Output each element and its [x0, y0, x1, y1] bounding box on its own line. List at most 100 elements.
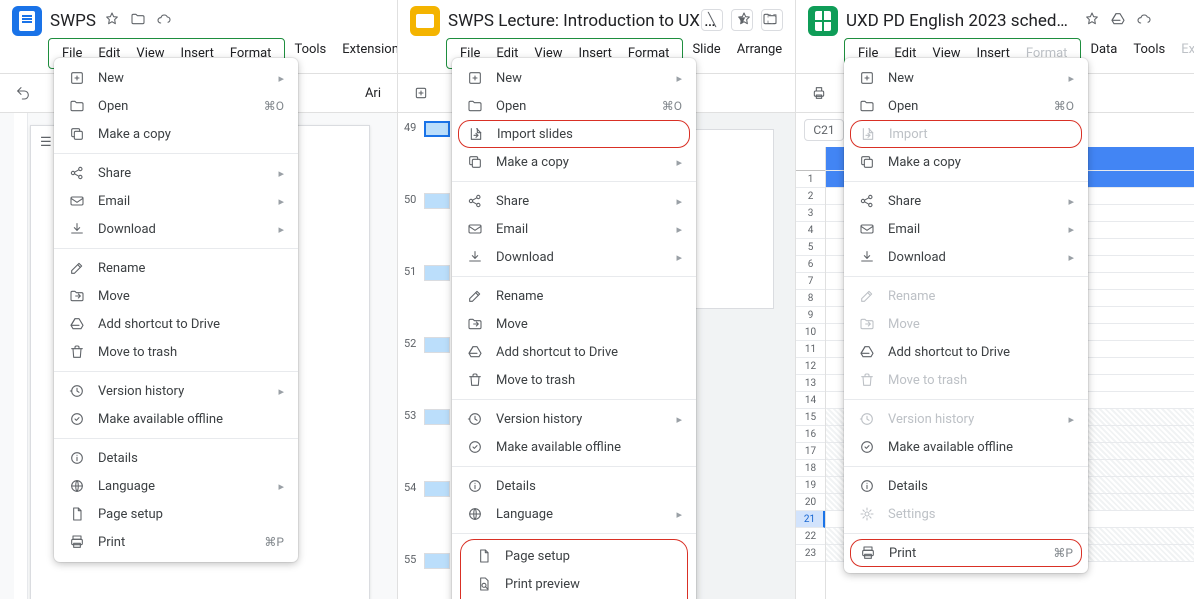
menu-extensions[interactable]: Extensions: [1174, 38, 1194, 69]
row-header[interactable]: 4: [796, 222, 825, 239]
menu-item-add-shortcut-to-drive[interactable]: Add shortcut to Drive: [452, 338, 696, 366]
menu-item-new[interactable]: New▸: [54, 64, 298, 92]
row-header[interactable]: 17: [796, 443, 825, 460]
menu-item-email[interactable]: Email▸: [54, 187, 298, 215]
row-header[interactable]: 8: [796, 290, 825, 307]
row-header[interactable]: 13: [796, 375, 825, 392]
doc-title[interactable]: UXD PD English 2023 schedule: [846, 11, 1076, 31]
row-header[interactable]: 22: [796, 528, 825, 545]
menu-item-share[interactable]: Share▸: [452, 187, 696, 215]
menu-arrange[interactable]: Arrange: [730, 38, 789, 69]
menu-item-language[interactable]: Language▸: [54, 472, 298, 500]
menu-item-rename[interactable]: Rename: [54, 254, 298, 282]
row-header[interactable]: 6: [796, 256, 825, 273]
drive-icon[interactable]: [1110, 11, 1126, 31]
expand-icon[interactable]: ⛶: [761, 9, 783, 31]
menu-item-make-a-copy[interactable]: Make a copy: [844, 148, 1088, 176]
menu-item-print-preview[interactable]: Print preview: [461, 570, 687, 598]
doc-title[interactable]: SWPS: [50, 11, 96, 31]
menu-item-open[interactable]: Open⌘O: [844, 92, 1088, 120]
menu-data[interactable]: Data: [1083, 38, 1124, 69]
menu-item-label: Open: [888, 99, 1042, 114]
move-icon[interactable]: [130, 11, 146, 31]
print-button[interactable]: [806, 80, 832, 106]
line-tool[interactable]: ╲: [701, 9, 723, 31]
slide-thumbnail[interactable]: 55: [398, 549, 457, 599]
row-header[interactable]: 18: [796, 460, 825, 477]
menu-extensions[interactable]: Extensions: [335, 38, 398, 69]
row-header[interactable]: 3: [796, 205, 825, 222]
menu-item-add-shortcut-to-drive[interactable]: Add shortcut to Drive: [844, 338, 1088, 366]
menu-item-version-history[interactable]: Version history▸: [54, 377, 298, 405]
menu-item-share[interactable]: Share▸: [844, 187, 1088, 215]
star-icon[interactable]: [1084, 11, 1100, 31]
menu-item-download[interactable]: Download▸: [844, 243, 1088, 271]
row-header[interactable]: 23: [796, 545, 825, 562]
menu-item-move-to-trash[interactable]: Move to trash: [452, 366, 696, 394]
menu-item-open[interactable]: Open⌘O: [54, 92, 298, 120]
row-header[interactable]: 12: [796, 358, 825, 375]
row-header[interactable]: 9: [796, 307, 825, 324]
menu-item-download[interactable]: Download▸: [452, 243, 696, 271]
menu-item-import-slides[interactable]: Import slides: [458, 120, 690, 148]
menu-item-download[interactable]: Download▸: [54, 215, 298, 243]
row-header[interactable]: 15: [796, 409, 825, 426]
menu-item-make-available-offline[interactable]: Make available offline: [452, 433, 696, 461]
menu-item-email[interactable]: Email▸: [844, 215, 1088, 243]
row-header[interactable]: 5: [796, 239, 825, 256]
row-header[interactable]: 19: [796, 477, 825, 494]
menu-item-details[interactable]: Details: [844, 472, 1088, 500]
slide-thumbnail[interactable]: 50: [398, 189, 457, 261]
chevron-down-icon[interactable]: ▾: [731, 9, 753, 31]
row-header[interactable]: 20: [796, 494, 825, 511]
row-header[interactable]: 11: [796, 341, 825, 358]
row-header[interactable]: 1: [796, 171, 825, 188]
cloud-icon[interactable]: [156, 11, 172, 31]
menu-item-make-available-offline[interactable]: Make available offline: [844, 433, 1088, 461]
menu-item-new[interactable]: New▸: [452, 64, 696, 92]
menu-item-add-shortcut-to-drive[interactable]: Add shortcut to Drive: [54, 310, 298, 338]
menu-item-print[interactable]: Print⌘P: [54, 528, 298, 556]
undo-button[interactable]: [10, 80, 36, 106]
new-slide-button[interactable]: [408, 80, 434, 106]
row-header[interactable]: 21: [796, 511, 825, 528]
menu-item-details[interactable]: Details: [54, 444, 298, 472]
doc-title[interactable]: SWPS Lecture: Introduction to UX Writing: [448, 11, 728, 31]
slide-thumbnail[interactable]: 51: [398, 261, 457, 333]
name-box[interactable]: C21: [804, 119, 844, 141]
menu-item-move[interactable]: Move: [452, 310, 696, 338]
menu-item-make-available-offline[interactable]: Make available offline: [54, 405, 298, 433]
menu-item-email[interactable]: Email▸: [452, 215, 696, 243]
row-header[interactable]: 14: [796, 392, 825, 409]
menu-item-open[interactable]: Open⌘O: [452, 92, 696, 120]
slide-preview: [424, 553, 450, 569]
menu-item-page-setup[interactable]: Page setup: [54, 500, 298, 528]
row-header[interactable]: 2: [796, 188, 825, 205]
menu-item-print[interactable]: Print⌘P: [850, 539, 1082, 567]
font-selector[interactable]: Ari: [365, 86, 381, 101]
menu-item-rename[interactable]: Rename: [452, 282, 696, 310]
menu-item-language[interactable]: Language▸: [452, 500, 696, 528]
slide-thumbnail[interactable]: 52: [398, 333, 457, 405]
slide-thumbnail[interactable]: 49: [398, 117, 457, 189]
slide-thumbnail[interactable]: 54: [398, 477, 457, 549]
menu-item-new[interactable]: New▸: [844, 64, 1088, 92]
star-icon[interactable]: [104, 11, 120, 31]
plus-icon: [68, 69, 86, 87]
row-header[interactable]: 16: [796, 426, 825, 443]
menu-item-make-a-copy[interactable]: Make a copy: [54, 120, 298, 148]
menu-item-page-setup[interactable]: Page setup: [461, 542, 687, 570]
menu-item-details[interactable]: Details: [452, 472, 696, 500]
separator: [54, 371, 298, 372]
menu-item-version-history[interactable]: Version history▸: [452, 405, 696, 433]
row-header[interactable]: 10: [796, 324, 825, 341]
cloud-icon[interactable]: [1136, 11, 1152, 31]
menu-item-share[interactable]: Share▸: [54, 159, 298, 187]
menu-item-move[interactable]: Move: [54, 282, 298, 310]
menu-item-move-to-trash[interactable]: Move to trash: [54, 338, 298, 366]
row-header[interactable]: 7: [796, 273, 825, 290]
menu-item-make-a-copy[interactable]: Make a copy▸: [452, 148, 696, 176]
menu-tools[interactable]: Tools: [1126, 38, 1172, 69]
slide-preview: [424, 409, 450, 425]
slide-thumbnail[interactable]: 53: [398, 405, 457, 477]
